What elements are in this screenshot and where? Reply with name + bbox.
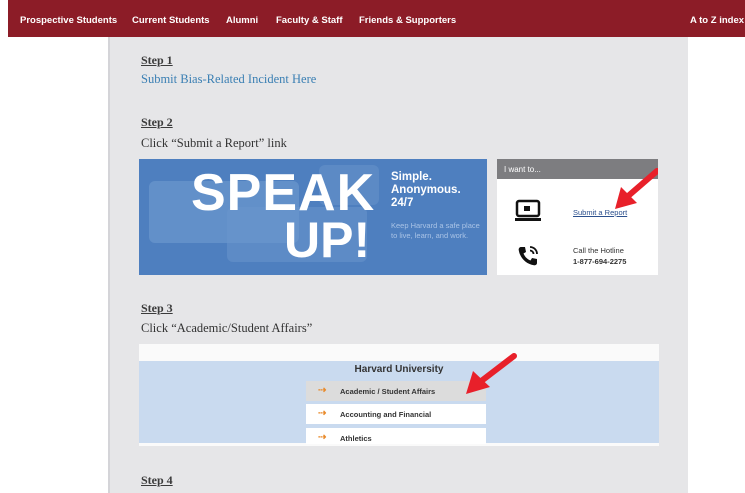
top-nav: Prospective Students Current Students Al… [8,0,745,37]
up-text: UP! [284,212,371,268]
step-1-heading: Step 1 [141,53,173,67]
harvard-title: Harvard University [354,364,444,375]
step-2-heading: Step 2 [141,115,173,129]
step-3-text: Click “Academic/Student Affairs” [141,321,313,335]
dashed-arrow-icon: ⇢ [318,385,327,396]
step-2-text: Click “Submit a Report” link [141,136,287,150]
category-academic-student-affairs[interactable]: ⇢ Academic / Student Affairs [306,381,486,401]
red-arrow-icon [466,353,517,394]
speak-up-tagline: Simple. Anonymous. 24/7 [391,171,461,209]
dashed-arrow-icon: ⇢ [318,408,327,419]
computer-icon [515,199,541,221]
nav-friends-supporters[interactable]: Friends & Supporters [359,15,456,26]
category-athletics[interactable]: ⇢ Athletics [306,428,486,444]
step-4-heading: Step 4 [141,473,173,487]
speak-up-banner: SPEAK UP! Simple. Anonymous. 24/7 Keep H… [139,159,487,275]
step-3-heading: Step 3 [141,301,173,315]
nav-faculty-staff[interactable]: Faculty & Staff [276,15,343,26]
i-want-to-label: I want to... [504,165,541,174]
nav-a-to-z-index[interactable]: A to Z index [690,15,744,26]
submit-incident-link[interactable]: Submit Bias-Related Incident Here [141,72,316,87]
category-accounting-financial[interactable]: ⇢ Accounting and Financial [306,404,486,424]
harvard-category-list: Harvard University ⇢ Academic / Student … [139,344,659,446]
phone-icon [518,246,538,266]
nav-current-students[interactable]: Current Students [132,15,210,26]
category-label: Accounting and Financial [340,410,432,419]
nav-prospective-students[interactable]: Prospective Students [20,15,117,26]
speak-up-subtext: Keep Harvard a safe place to live, learn… [391,221,480,240]
category-label: Academic / Student Affairs [340,387,436,396]
category-label: Athletics [340,434,372,443]
i-want-to-panel: I want to... Submit a Report Call the Ho… [497,159,658,275]
red-arrow-icon [615,168,658,209]
nav-alumni[interactable]: Alumni [226,15,258,26]
hotline-number: 1-877-694-2275 [573,257,627,266]
hotline-label: Call the Hotline [573,246,624,255]
dashed-arrow-icon: ⇢ [318,432,327,443]
